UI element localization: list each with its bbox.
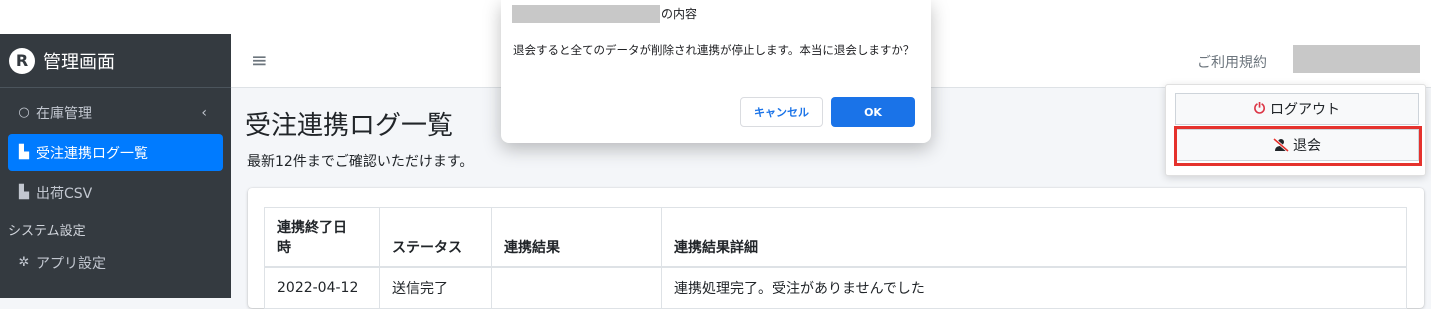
hamburger-menu-icon[interactable]: ≡ bbox=[251, 48, 268, 72]
table-cell: 2022-04-12 bbox=[264, 266, 380, 309]
table-cell: 送信完了 bbox=[379, 266, 492, 309]
brand[interactable]: R 管理画面 bbox=[0, 34, 231, 88]
sidebar-header-system-settings: システム設定 bbox=[8, 223, 86, 239]
withdraw-highlight-box bbox=[1174, 126, 1422, 166]
table-row: 2022-04-12 送信完了 連携処理完了。受注がありませんでした bbox=[264, 266, 1407, 309]
dialog-message: 退会すると全てのデータが削除され連携が停止します。本当に退会しますか？ bbox=[513, 43, 915, 57]
circle-outline-icon: ○ bbox=[18, 105, 30, 120]
sidebar-item-label: 受注連携ログ一覧 bbox=[36, 145, 148, 162]
document-icon: ▙ bbox=[19, 145, 29, 160]
sidebar-item-label: アプリ設定 bbox=[36, 255, 106, 272]
sidebar-item-label: 出荷CSV bbox=[36, 185, 93, 202]
log-table: 連携終了日時 ステータス 連携結果 連携結果詳細 2022-04-12 送信完了… bbox=[264, 207, 1407, 309]
sidebar-item-inventory[interactable]: ○ 在庫管理 ‹ bbox=[8, 94, 223, 131]
sidebar-item-shipping-csv[interactable]: ▙ 出荷CSV bbox=[8, 174, 223, 211]
page-subtitle: 最新12件までご確認いただけます。 bbox=[247, 154, 474, 170]
dialog-origin-redacted bbox=[512, 5, 660, 23]
cancel-button[interactable]: キャンセル bbox=[740, 97, 823, 127]
dialog-title: の内容 bbox=[661, 7, 698, 21]
sidebar-item-order-log[interactable]: ▙ 受注連携ログ一覧 bbox=[8, 134, 223, 171]
table-cell: 連携処理完了。受注がありませんでした bbox=[661, 266, 1407, 309]
ok-button[interactable]: OK bbox=[831, 97, 915, 127]
logout-button[interactable]: ⏻ ログアウト bbox=[1175, 93, 1419, 125]
log-card: 連携終了日時 ステータス 連携結果 連携結果詳細 2022-04-12 送信完了… bbox=[248, 188, 1424, 309]
gear-icon: ✲ bbox=[18, 255, 30, 270]
confirm-dialog: の内容 退会すると全てのデータが削除され連携が停止します。本当に退会しますか？ … bbox=[501, 0, 931, 143]
csv-file-icon: ▙ bbox=[19, 185, 29, 200]
brand-logo-icon: R bbox=[9, 47, 35, 74]
table-header-row: 連携終了日時 ステータス 連携結果 連携結果詳細 bbox=[264, 207, 1407, 268]
power-icon: ⏻ bbox=[1253, 101, 1266, 117]
column-header-end-datetime: 連携終了日時 bbox=[264, 207, 380, 268]
column-header-status: ステータス bbox=[379, 207, 492, 268]
chevron-left-icon: ‹ bbox=[201, 104, 207, 121]
sidebar-item-app-settings[interactable]: ✲ アプリ設定 bbox=[8, 244, 223, 281]
user-name-redacted[interactable] bbox=[1293, 45, 1420, 73]
sidebar-nav: ○ 在庫管理 ‹ ▙ 受注連携ログ一覧 ▙ 出荷CSV システム設定 ✲ アプリ… bbox=[0, 88, 231, 281]
column-header-result: 連携結果 bbox=[491, 207, 662, 268]
brand-name: 管理画面 bbox=[43, 51, 115, 73]
terms-of-use-link[interactable]: ご利用規約 bbox=[1197, 52, 1267, 72]
column-header-result-detail: 連携結果詳細 bbox=[661, 207, 1407, 268]
table-cell bbox=[491, 266, 662, 309]
sidebar-item-label: 在庫管理 bbox=[36, 105, 92, 122]
logout-label: ログアウト bbox=[1270, 102, 1341, 118]
sidebar: R 管理画面 ○ 在庫管理 ‹ ▙ 受注連携ログ一覧 ▙ 出荷CSV システム設… bbox=[0, 34, 231, 298]
page-title: 受注連携ログ一覧 bbox=[245, 111, 454, 141]
